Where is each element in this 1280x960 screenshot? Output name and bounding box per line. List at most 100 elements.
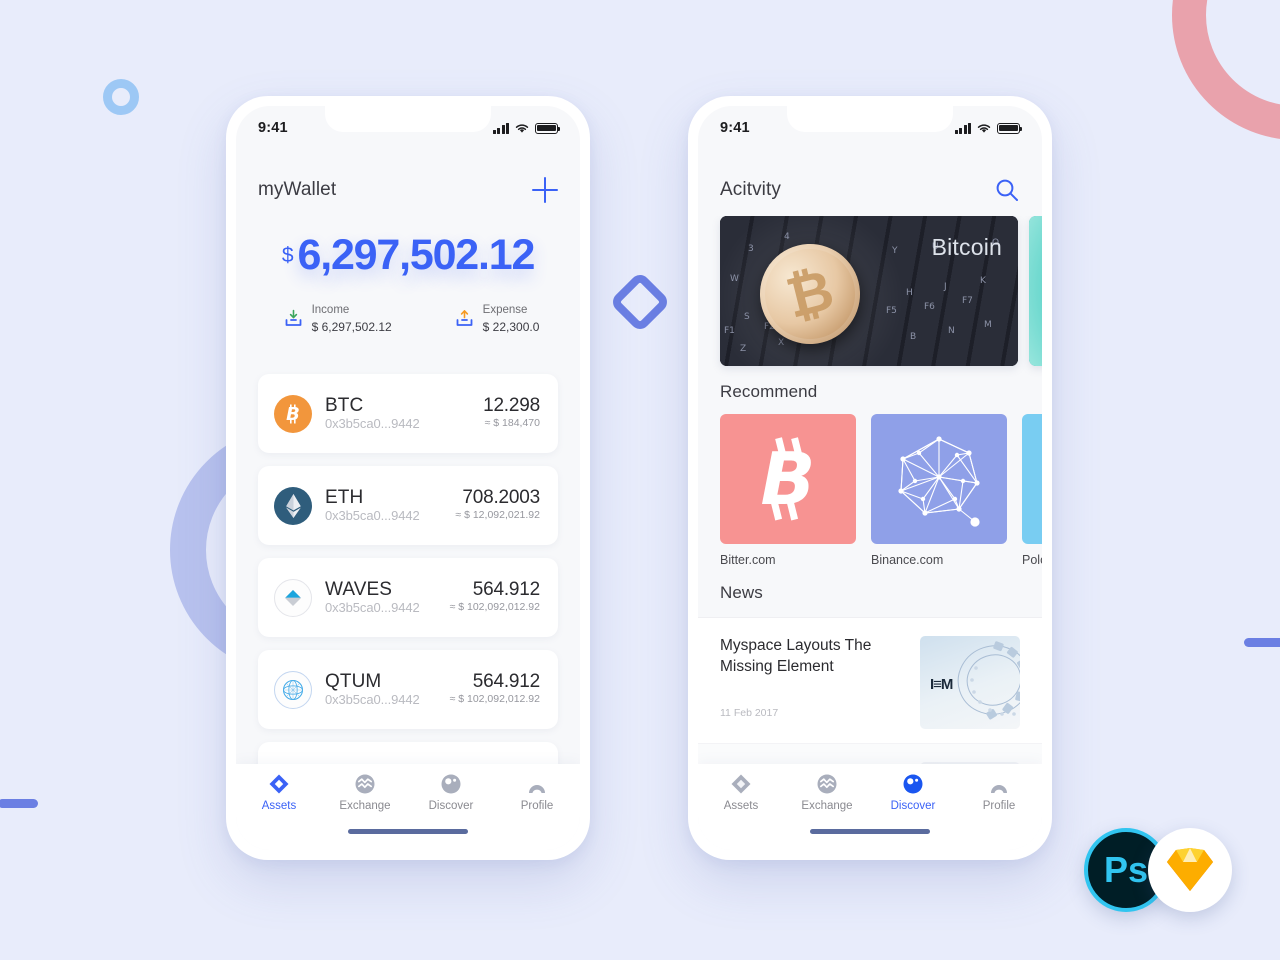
list-item[interactable]: B Bitter.com xyxy=(720,414,856,567)
coin-fiat-value: ≈ $ 102,092,012.92 xyxy=(449,601,540,614)
expense-label: Expense xyxy=(482,304,528,316)
banner-secondary[interactable] xyxy=(1029,216,1042,366)
discover-content: WESZXF1F234YUHJKBNMF5F6F7O ₿ Bitcoin Rec… xyxy=(698,216,1042,850)
list-item[interactable]: Polonie xyxy=(1022,414,1042,567)
home-indicator[interactable] xyxy=(810,829,930,834)
sketch-diamond-icon xyxy=(1167,848,1213,891)
tab-bar: Assets Exchange Discover Profile xyxy=(236,764,580,850)
coin-symbol: ETH xyxy=(325,486,364,508)
balance-currency-symbol: $ xyxy=(281,244,294,267)
phone-mockup-discover: 9:41 Acitvity WESZX xyxy=(688,96,1052,860)
recommend-tile-poloniex[interactable] xyxy=(1022,414,1042,544)
recommend-row: B Bitter.com Binance.com Pol xyxy=(698,414,1042,567)
keycap-letter: Z xyxy=(740,344,747,354)
income-summary: Income $ 6,297,502.12 xyxy=(283,303,392,335)
coin-symbol: WAVES xyxy=(325,578,393,600)
device-notch xyxy=(325,106,491,132)
profile-person-icon xyxy=(529,785,545,793)
sketch-badge xyxy=(1148,828,1232,912)
keycap-letter: X xyxy=(778,338,785,348)
coin-amount-block: 708.2003 ≈ $ 12,092,021.92 xyxy=(455,487,540,524)
exchange-waves-icon xyxy=(355,774,375,794)
expense-value: $ 22,300.0 xyxy=(482,319,540,334)
svg-text:B: B xyxy=(286,404,300,425)
tab-discover[interactable]: Discover xyxy=(870,773,956,820)
ethereum-icon xyxy=(274,486,312,525)
coin-symbol: BTC xyxy=(325,394,364,416)
tab-exchange[interactable]: Exchange xyxy=(784,773,870,820)
discover-compass-icon xyxy=(903,774,923,794)
keycap-letter: 3 xyxy=(748,244,754,254)
exchange-waves-icon xyxy=(817,774,837,794)
balance-amount: 6,297,502.12 xyxy=(297,231,536,279)
battery-full-icon xyxy=(997,122,1023,134)
coin-amount-block: 564.912 ≈ $ 102,092,012.92 xyxy=(449,579,541,616)
keycap-letter: Y xyxy=(892,246,898,256)
coin-amount-block: 12.298 ≈ $ 184,470 xyxy=(483,395,540,432)
banner-carousel[interactable]: WESZXF1F234YUHJKBNMF5F6F7O ₿ Bitcoin xyxy=(698,216,1042,366)
coin-symbol: QTUM xyxy=(325,670,382,692)
signal-bars-icon xyxy=(954,122,971,134)
banner-bitcoin[interactable]: WESZXF1F234YUHJKBNMF5F6F7O ₿ Bitcoin xyxy=(720,216,1018,366)
coin-address: 0x3b5ca0...9442 xyxy=(325,416,420,431)
list-item[interactable]: Myspace Layouts The Missing Element 11 F… xyxy=(698,617,1042,743)
recommend-name: Polonie xyxy=(1022,553,1042,567)
decorative-pink-ring xyxy=(1172,0,1280,140)
assets-diamond-icon xyxy=(269,774,289,794)
wallet-header: myWallet xyxy=(236,164,580,216)
table-row[interactable]: B BTC 0x3b5ca0...9442 12.298 ≈ $ 184,470 xyxy=(258,374,558,453)
tab-label: Exchange xyxy=(801,800,853,812)
keycap-letter: 4 xyxy=(784,232,790,242)
discover-header: Acitvity xyxy=(698,164,1042,216)
recommend-tile-bitter[interactable]: B xyxy=(720,414,856,544)
keycap-letter: M xyxy=(984,320,992,330)
tab-assets[interactable]: Assets xyxy=(698,773,784,820)
tab-discover[interactable]: Discover xyxy=(408,773,494,820)
device-notch xyxy=(787,106,953,132)
balance-line: $ 6,297,502.12 xyxy=(236,234,580,277)
list-item[interactable]: Binance.com xyxy=(871,414,1007,567)
keycap-letter: F6 xyxy=(924,302,935,312)
tabs: Assets Exchange Discover Profile xyxy=(236,764,580,820)
status-clock: 9:41 xyxy=(720,120,750,136)
keycap-letter: F5 xyxy=(886,306,897,316)
balance-section: $ 6,297,502.12 Income $ 6,297,502.12 Exp… xyxy=(236,234,580,335)
expense-text: Expense $ 22,300.0 xyxy=(483,303,540,335)
tab-label: Assets xyxy=(723,800,759,812)
keycap-letter: J xyxy=(944,282,947,292)
income-label: Income xyxy=(311,304,350,316)
page-title: myWallet xyxy=(258,179,337,200)
photoshop-label: Ps xyxy=(1103,849,1149,890)
decorative-diamond-outline xyxy=(608,270,672,334)
coin-fiat-value: ≈ $ 184,470 xyxy=(484,417,540,430)
table-row[interactable]: QTUM 0x3b5ca0...9442 564.912 ≈ $ 102,092… xyxy=(258,650,558,729)
phone-mockup-wallet: 9:41 myWallet $ 6,297,502.12 Income $ 6,… xyxy=(226,96,590,860)
tab-profile[interactable]: Profile xyxy=(956,773,1042,820)
search-icon[interactable] xyxy=(994,177,1020,203)
home-indicator[interactable] xyxy=(348,829,468,834)
plus-icon[interactable] xyxy=(532,177,558,203)
table-row[interactable]: WAVES 0x3b5ca0...9442 564.912 ≈ $ 102,09… xyxy=(258,558,558,637)
tab-bar: Assets Exchange Discover Profile xyxy=(698,764,1042,850)
tab-profile[interactable]: Profile xyxy=(494,773,580,820)
tab-label: Profile xyxy=(520,800,554,812)
tab-assets[interactable]: Assets xyxy=(236,773,322,820)
coin-amount: 708.2003 xyxy=(462,486,540,508)
keycap-letter: N xyxy=(948,326,955,336)
status-icons xyxy=(954,122,1023,134)
news-section-title: News xyxy=(720,583,763,602)
tabs: Assets Exchange Discover Profile xyxy=(698,764,1042,820)
tab-label: Discover xyxy=(890,800,936,812)
tab-exchange[interactable]: Exchange xyxy=(322,773,408,820)
coin-meta: ETH 0x3b5ca0...9442 xyxy=(325,487,455,525)
coin-amount-block: 564.912 ≈ $ 102,092,012.92 xyxy=(450,671,541,708)
keycap-letter: S xyxy=(744,312,750,322)
news-thumbnail: I≡M xyxy=(920,636,1020,729)
recommend-name: Binance.com xyxy=(871,553,944,567)
news-title: Myspace Layouts The Missing Element xyxy=(720,637,872,675)
battery-full-icon xyxy=(535,122,561,134)
recommend-tile-binance[interactable] xyxy=(871,414,1007,544)
table-row[interactable]: ETH 0x3b5ca0...9442 708.2003 ≈ $ 12,092,… xyxy=(258,466,558,545)
keycap-letter: H xyxy=(906,288,913,298)
wifi-icon xyxy=(977,124,991,133)
